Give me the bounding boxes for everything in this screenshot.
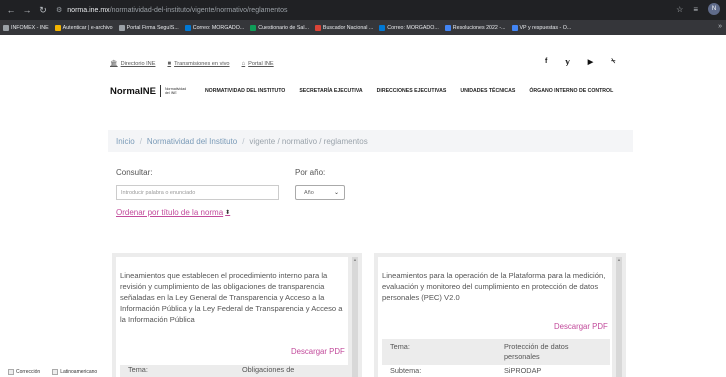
bookmark-item[interactable]: Correo: MORGADO... [379, 24, 439, 31]
bookmark-favicon-icon [118, 24, 125, 31]
row-value: Obligaciones de [242, 365, 295, 374]
rss-icon[interactable]: ⍀ [611, 58, 615, 66]
bookmarks-bar: INFOMEX - INE Autenticar | e-archivo Por… [0, 20, 726, 35]
scrollbar[interactable] [352, 257, 358, 377]
year-select-value: Año [304, 189, 314, 196]
bookmark-favicon-icon [444, 24, 451, 31]
utility-link-portal[interactable]: ⌂ Portal INE [242, 60, 274, 67]
breadcrumb: Inicio / Normatividad del Instituto / vi… [108, 130, 633, 152]
nav-item-unidades[interactable]: UNIDADES TÉCNICAS [460, 88, 515, 94]
browser-toolbar: ← → ↻ ⚙ norma.ine.mx /normatividad-del-i… [0, 0, 726, 20]
bookmark-favicon-icon [3, 24, 9, 31]
bookmark-item[interactable]: Portal Firma SeguIS... [118, 24, 179, 31]
bookmark-favicon-icon [511, 24, 518, 31]
url-host: norma.ine.mx [67, 6, 110, 14]
breadcrumb-current: vigente / normativo / reglamentos [249, 136, 368, 146]
bookmark-favicon-icon [379, 24, 386, 31]
scroll-up-icon[interactable]: ▲ [617, 257, 621, 262]
row-key: Tema: [390, 342, 410, 351]
utility-link-transmisiones[interactable]: ■ Transmisiones en vivo [167, 60, 229, 67]
breadcrumb-section[interactable]: Normatividad del Instituto [147, 137, 237, 146]
address-bar[interactable]: ⚙ norma.ine.mx /normatividad-del-institu… [56, 3, 676, 17]
row-value: Protección de datos personales [504, 342, 569, 361]
year-select[interactable]: Año ⌄ [295, 185, 345, 200]
scroll-up-icon[interactable]: ▲ [353, 257, 357, 262]
scrollbar[interactable] [616, 257, 622, 377]
home-icon: ⌂ [241, 60, 246, 67]
logo-title: NormaINE [110, 85, 156, 97]
row-key: Subtema: [390, 366, 422, 375]
breadcrumb-separator: / [242, 136, 245, 146]
download-item[interactable]: Latinoamericano [52, 369, 97, 375]
bookmark-favicon-icon [54, 24, 61, 31]
utility-links: 🏛 Directorio INE ■ Transmisiones en vivo ⌂… [110, 60, 274, 68]
bookmark-item[interactable]: Cuestionario de Sal... [250, 24, 309, 31]
breadcrumb-separator: / [139, 136, 142, 146]
year-label: Por año: [295, 168, 326, 177]
search-placeholder: Introducir palabra o enunciado [121, 189, 196, 196]
nav-item-normatividad[interactable]: NORMATIVIDAD DEL INSTITUTO [205, 88, 285, 94]
utility-link-directorio[interactable]: 🏛 Directorio INE [110, 60, 155, 68]
building-icon: 🏛 [110, 61, 118, 67]
site-logo[interactable]: NormaINE Normatividad del INE [110, 85, 191, 97]
file-icon [52, 369, 59, 375]
download-shelf: Corrección Latinoamericano [0, 367, 200, 377]
norm-card: Lineamientos para la operación de la Pla… [374, 253, 626, 377]
download-pdf-link[interactable]: Descargar PDF [291, 347, 345, 356]
page: 🏛 Directorio INE ■ Transmisiones en vivo ⌂… [0, 35, 726, 377]
main-nav: NormaINE Normatividad del INE NORMATIVID… [110, 85, 627, 97]
bookmark-favicon-icon [184, 24, 191, 31]
table-row: Subtema: SiPRODAP [382, 366, 610, 377]
download-pdf-link[interactable]: Descargar PDF [554, 322, 608, 331]
nav-item-direcciones[interactable]: DIRECCIONES EJECUTIVAS [377, 88, 447, 94]
media-controls-icon[interactable]: ≡ [693, 5, 698, 14]
more-bookmarks-icon[interactable]: » [718, 23, 722, 30]
sort-icon: ⬍ [225, 210, 231, 216]
bookmark-item[interactable]: VP y respuestas - O... [511, 24, 571, 31]
nav-item-secretaria[interactable]: SECRETARÍA EJECUTIVA [299, 88, 362, 94]
norm-title: Lineamientos que establecen el procedimi… [120, 271, 343, 324]
chevron-down-icon: ⌄ [333, 190, 339, 196]
norm-card: Lineamientos que establecen el procedimi… [112, 253, 362, 377]
file-icon [8, 369, 14, 375]
profile-avatar[interactable]: N [708, 3, 720, 15]
bookmark-item[interactable]: Correo: MORGADO... [184, 24, 244, 31]
sort-link-label: Ordenar por título de la norma [116, 208, 224, 217]
video-icon: ■ [167, 60, 172, 67]
url-path: /normatividad-del-instituto/vigente/norm… [109, 6, 288, 14]
logo-divider [159, 85, 161, 97]
bookmark-item[interactable]: Autenticar | e-archivo [54, 24, 113, 31]
facebook-icon[interactable]: f [545, 58, 547, 66]
social-links: f 𝕪 ▶ ⍀ [545, 58, 615, 66]
norm-card-body: Lineamientos que establecen el procedimi… [116, 257, 348, 377]
search-input[interactable]: Introducir palabra o enunciado [116, 185, 279, 200]
back-icon[interactable]: ← [4, 5, 18, 15]
bookmark-item[interactable]: INFOMEX - INE [3, 24, 49, 31]
bookmark-favicon-icon [250, 24, 257, 31]
row-value: SiPRODAP [504, 366, 542, 375]
sort-by-title-link[interactable]: Ordenar por título de la norma ⬍ [116, 208, 230, 217]
youtube-icon[interactable]: ▶ [588, 58, 593, 66]
site-info-icon[interactable]: ⚙ [56, 6, 62, 14]
bookmark-item[interactable]: Buscador Nacional ... [314, 24, 373, 31]
norm-title: Lineamientos para la operación de la Pla… [382, 271, 606, 302]
forward-icon[interactable]: → [20, 5, 34, 15]
bookmark-star-icon[interactable]: ☆ [676, 5, 683, 14]
twitter-icon[interactable]: 𝕪 [565, 58, 569, 66]
logo-subtitle: Normatividad del INE [164, 87, 187, 95]
reload-icon[interactable]: ↻ [36, 5, 50, 16]
search-label: Consultar: [116, 168, 153, 177]
breadcrumb-home[interactable]: Inicio [116, 137, 135, 146]
bookmark-favicon-icon [314, 24, 321, 31]
nav-item-organo[interactable]: ÓRGANO INTERNO DE CONTROL [529, 88, 613, 94]
norm-card-body: Lineamientos para la operación de la Pla… [378, 257, 612, 377]
download-item[interactable]: Corrección [8, 369, 40, 375]
table-row: Tema: Protección de datos personales [382, 339, 610, 365]
bookmark-item[interactable]: Resoluciones 2022 -... [444, 24, 506, 31]
